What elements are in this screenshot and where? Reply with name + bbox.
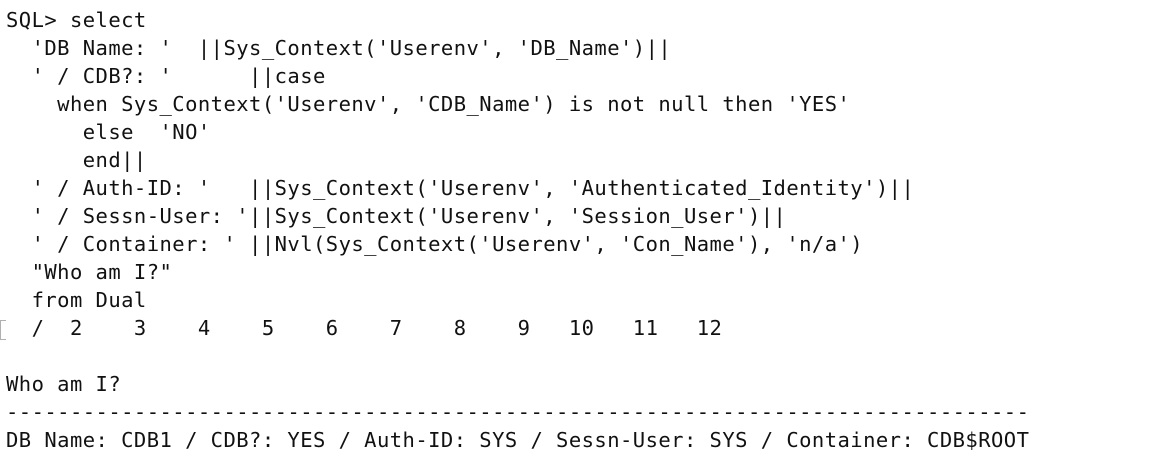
sql-prompt-line: SQL> select — [6, 8, 147, 32]
terminal-top-edge — [0, 0, 1158, 3]
sql-line-numbers: / 2 3 4 5 6 7 8 9 10 11 12 — [6, 316, 723, 340]
sql-line-alias: "Who am I?" — [6, 260, 173, 284]
sql-line-cdb: ' / CDB?: ' ||case — [6, 64, 326, 88]
sql-line-from: from Dual — [6, 288, 147, 312]
result-separator: ----------------------------------------… — [6, 400, 1030, 424]
sql-line-else: else 'NO' — [6, 120, 211, 144]
sql-line-auth-id: ' / Auth-ID: ' ||Sys_Context('Userenv', … — [6, 176, 915, 200]
sql-line-container: ' / Container: ' ||Nvl(Sys_Context('User… — [6, 232, 864, 256]
result-column-header: Who am I? — [6, 372, 122, 396]
result-row: DB Name: CDB1 / CDB?: YES / Auth-ID: SYS… — [6, 428, 1030, 452]
sql-line-db-name: 'DB Name: ' ||Sys_Context('Userenv', 'DB… — [6, 36, 672, 60]
sql-line-session-user: ' / Sessn-User: '||Sys_Context('Userenv'… — [6, 204, 787, 228]
sql-line-end: end|| — [6, 148, 147, 172]
sql-line-when: when Sys_Context('Userenv', 'CDB_Name') … — [6, 92, 851, 116]
terminal-window[interactable]: SQL> select 'DB Name: ' ||Sys_Context('U… — [0, 0, 1158, 466]
